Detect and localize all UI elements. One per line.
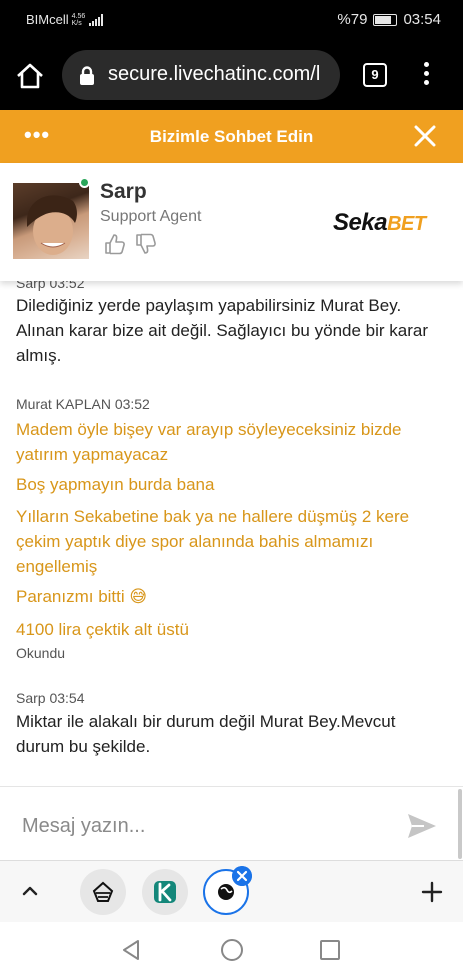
- agent-name: Sarp: [100, 180, 147, 203]
- tab-close-icon[interactable]: [232, 866, 252, 886]
- clock: 03:54: [403, 11, 441, 28]
- message-input[interactable]: Mesaj yazın...: [22, 815, 145, 838]
- back-icon[interactable]: [120, 938, 142, 962]
- send-icon[interactable]: [406, 812, 438, 840]
- online-status-dot: [79, 177, 90, 188]
- browser-menu-icon[interactable]: [416, 62, 436, 90]
- brand-logo: SekaBET: [333, 209, 426, 236]
- message-meta: Sarp 03:54: [16, 690, 85, 706]
- message-meta: Murat KAPLAN 03:52: [16, 396, 150, 412]
- status-right: %79 03:54: [337, 11, 441, 28]
- home-nav-icon[interactable]: [221, 939, 243, 961]
- message-composer: Mesaj yazın...: [0, 786, 463, 860]
- battery-percent: %79: [337, 11, 368, 28]
- message-meta: Sarp 03:52: [16, 281, 85, 291]
- status-left: BIMcell 4.56 K/s: [26, 12, 104, 27]
- agent-message: Miktar ile alakalı bir durum değil Murat…: [16, 712, 396, 756]
- recents-icon[interactable]: [320, 940, 340, 960]
- user-message: Boş yapmayın burda bana: [16, 475, 215, 494]
- address-bar[interactable]: secure.livechatinc.com/l: [62, 50, 340, 100]
- agent-message: Dilediğiniz yerde paylaşım yapabilirsini…: [16, 296, 429, 365]
- new-tab-plus-icon[interactable]: [420, 880, 444, 904]
- lock-icon: [80, 66, 94, 85]
- user-message: Yılların Sekabetine bak ya ne hallere dü…: [16, 507, 410, 576]
- url-text: secure.livechatinc.com/l: [108, 63, 321, 85]
- chat-header: ••• Bizimle Sohbet Edin: [0, 110, 463, 163]
- user-message: 4100 lira çektik alt üstü: [16, 620, 189, 639]
- user-message: Madem öyle bişey var arayıp söyleyeceksi…: [16, 420, 402, 464]
- signal-icon: [89, 13, 104, 26]
- tab-strip: [0, 860, 463, 922]
- system-nav-bar: [0, 922, 463, 978]
- thumbs-down-icon[interactable]: [135, 233, 157, 255]
- agent-card: Sarp Support Agent SekaBET: [0, 163, 463, 281]
- thumbs-up-icon[interactable]: [104, 233, 126, 255]
- tab-favicon-1[interactable]: [80, 869, 126, 915]
- status-bar: BIMcell 4.56 K/s %79 03:54: [0, 0, 463, 38]
- agent-role: Support Agent: [100, 208, 202, 225]
- chat-title: Bizimle Sohbet Edin: [149, 127, 314, 146]
- network-speed: 4.56 K/s: [71, 12, 86, 27]
- browser-toolbar: secure.livechatinc.com/l 9: [0, 38, 463, 110]
- message-list[interactable]: Sarp 03:52 Dilediğiniz yerde paylaşım ya…: [0, 281, 463, 786]
- bird-logo-icon: [92, 881, 114, 902]
- tab-switcher-button[interactable]: 9: [363, 63, 387, 87]
- agent-avatar: [13, 183, 89, 259]
- user-message: Paranızmı bitti 😅: [16, 587, 148, 606]
- tab-favicon-2[interactable]: [142, 869, 188, 915]
- chevron-up-icon[interactable]: [20, 881, 40, 901]
- close-icon[interactable]: [412, 123, 438, 149]
- scrollbar[interactable]: [458, 789, 462, 859]
- read-receipt: Okundu: [16, 645, 66, 661]
- k-logo-icon: [154, 881, 176, 903]
- carrier-name: BIMcell: [26, 12, 69, 27]
- home-icon[interactable]: [14, 60, 46, 92]
- battery-icon: [373, 13, 398, 26]
